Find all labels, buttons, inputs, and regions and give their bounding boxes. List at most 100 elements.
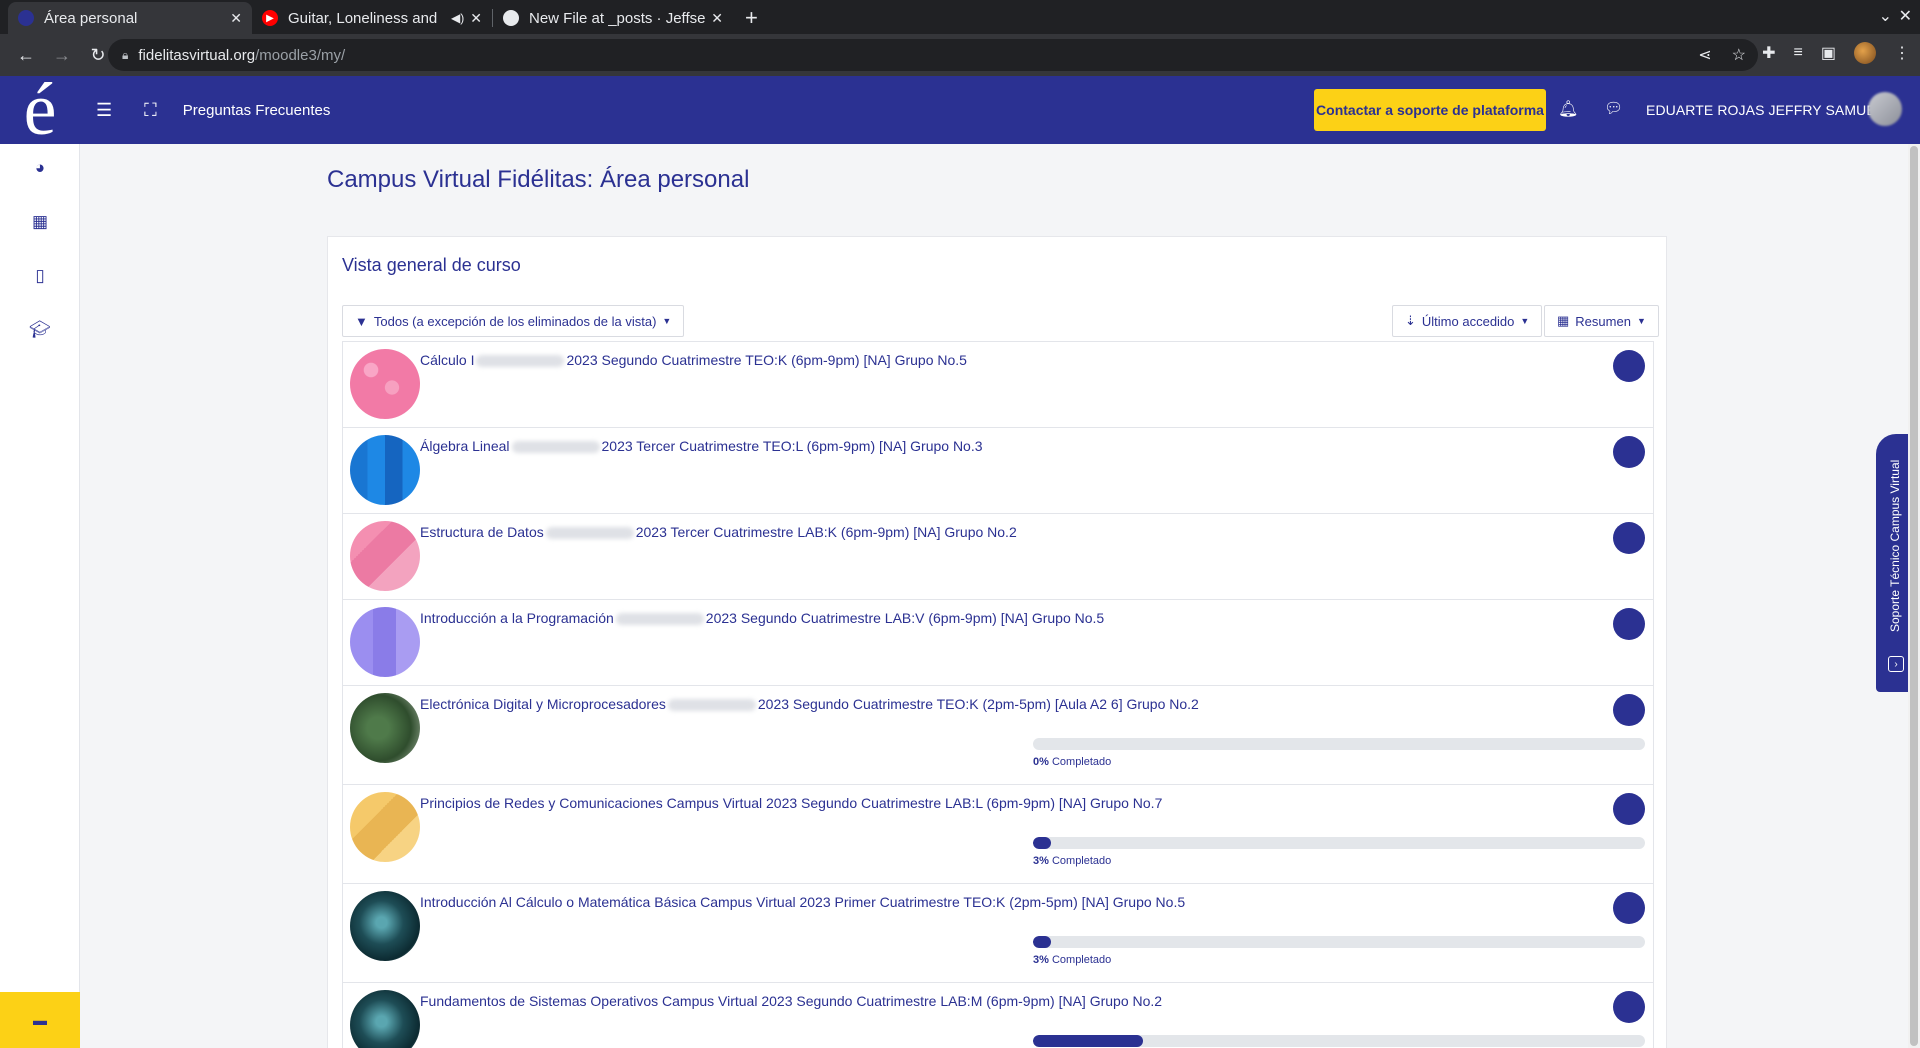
course-thumbnail[interactable]: [350, 607, 420, 677]
course-actions-button[interactable]: [1613, 436, 1645, 468]
new-tab-button[interactable]: +: [733, 2, 770, 34]
archive-button[interactable]: ▬: [0, 992, 80, 1048]
caret-down-icon: ▼: [662, 316, 672, 326]
course-progress-bar: [1033, 1035, 1645, 1047]
progress-fill: [1033, 837, 1052, 849]
fullscreen-icon[interactable]: ⛶: [144, 100, 157, 121]
dashboard-icon[interactable]: ◕: [0, 158, 80, 178]
progress-fill: [1033, 936, 1052, 948]
user-avatar[interactable]: [1868, 92, 1902, 126]
course-item: Principios de Redes y Comunicaciones Cam…: [342, 784, 1654, 883]
course-link[interactable]: Álgebra Lineal 2023 Tercer Cuatrimestre T…: [420, 438, 983, 454]
close-tab-icon[interactable]: ✕: [470, 10, 482, 27]
course-thumbnail[interactable]: [350, 891, 420, 961]
course-item: Electrónica Digital y Microprocesadores 2…: [342, 685, 1654, 784]
close-tab-icon[interactable]: ✕: [711, 10, 723, 27]
youtube-icon: ▶: [262, 10, 278, 26]
course-progress-bar: [1033, 738, 1645, 750]
course-link[interactable]: Estructura de Datos 2023 Tercer Cuatrimes…: [420, 524, 1017, 540]
course-actions-button[interactable]: [1613, 608, 1645, 640]
browser-tab-area-personal[interactable]: Área personal ✕: [8, 2, 252, 34]
course-link[interactable]: Electrónica Digital y Microprocesadores 2…: [420, 696, 1199, 712]
left-navigation: ◕ ▦ ▯ 🎓︎ ▬: [0, 144, 80, 1048]
course-link[interactable]: Cálculo I 2023 Segundo Cuatrimestre TEO:K…: [420, 352, 967, 368]
user-name[interactable]: EDUARTE ROJAS JEFFRY SAMUEL: [1646, 102, 1884, 118]
github-icon: [503, 10, 519, 26]
course-actions-button[interactable]: [1613, 522, 1645, 554]
course-thumbnail[interactable]: [350, 521, 420, 591]
browser-menu-icon[interactable]: ⋮: [1894, 43, 1910, 63]
caret-down-icon: ▼: [1636, 316, 1646, 326]
blurred-text: [615, 613, 704, 626]
audio-playing-icon[interactable]: ◀): [451, 11, 464, 25]
view-label: Resumen: [1575, 313, 1631, 329]
notification-bell-icon[interactable]: 🔔︎: [1558, 99, 1578, 119]
side-panel-icon[interactable]: ▣: [1821, 43, 1836, 63]
page-scrollbar[interactable]: [1908, 144, 1920, 1048]
page-title: Campus Virtual Fidélitas: Área personal: [327, 166, 750, 193]
course-thumbnail[interactable]: [350, 435, 420, 505]
course-actions-button[interactable]: [1613, 350, 1645, 382]
tab-title: New File at _posts · Jeffse: [529, 9, 706, 27]
course-actions-button[interactable]: [1613, 991, 1645, 1023]
browser-tab-youtube[interactable]: ▶ Guitar, Loneliness and ◀) ✕: [252, 2, 492, 34]
course-thumbnail[interactable]: [350, 990, 420, 1048]
course-link[interactable]: Introducción a la Programación 2023 Segun…: [420, 610, 1104, 626]
progress-label: 3% Completado: [1033, 855, 1112, 867]
scrollbar-thumb[interactable]: [1910, 146, 1918, 1046]
browser-toolbar: ← → ↻ 🔒︎ fidelitasvirtual.org /moodle3/m…: [0, 34, 1920, 76]
view-dropdown[interactable]: ▦ Resumen ▼: [1544, 305, 1659, 337]
course-actions-button[interactable]: [1613, 892, 1645, 924]
course-link[interactable]: Fundamentos de Sistemas Operativos Campu…: [420, 993, 1162, 1009]
course-item: Álgebra Lineal 2023 Tercer Cuatrimestre T…: [342, 427, 1654, 513]
back-arrow-icon[interactable]: ←: [10, 45, 42, 66]
course-actions-button[interactable]: [1613, 793, 1645, 825]
course-item: Fundamentos de Sistemas Operativos Campu…: [342, 982, 1654, 1048]
site-header: é ☰ ⛶ Preguntas Frecuentes Contactar a s…: [0, 73, 1920, 147]
filter-label: Todos (a excepción de los eliminados de …: [373, 313, 657, 329]
site-logo[interactable]: é: [0, 73, 80, 147]
tab-search-chevron-icon[interactable]: ⌄: [1879, 6, 1892, 26]
forward-arrow-icon[interactable]: →: [46, 45, 78, 66]
profile-avatar-icon[interactable]: [1854, 42, 1876, 64]
extensions-puzzle-icon[interactable]: ✚: [1762, 43, 1775, 63]
faq-link[interactable]: Preguntas Frecuentes: [183, 102, 331, 119]
close-tab-icon[interactable]: ✕: [230, 10, 242, 27]
calendar-icon[interactable]: ▦: [0, 212, 80, 232]
hamburger-menu-icon[interactable]: ☰: [96, 100, 112, 121]
course-actions-button[interactable]: [1613, 694, 1645, 726]
lock-icon[interactable]: 🔒︎: [122, 48, 128, 63]
course-thumbnail[interactable]: [350, 693, 420, 763]
course-item: Estructura de Datos 2023 Tercer Cuatrimes…: [342, 513, 1654, 599]
graduation-cap-icon[interactable]: 🎓︎: [0, 320, 80, 340]
url-host: fidelitasvirtual.org: [138, 46, 256, 64]
file-icon[interactable]: ▯: [0, 266, 80, 286]
tab-title: Guitar, Loneliness and: [288, 9, 438, 27]
filter-funnel-icon: ▼: [355, 313, 368, 329]
support-side-tab-label: Soporte Técnico Campus Virtual: [1888, 459, 1902, 632]
filter-dropdown[interactable]: ▼ Todos (a excepción de los eliminados d…: [342, 305, 685, 337]
course-thumbnail[interactable]: [350, 349, 420, 419]
blurred-text: [667, 699, 756, 712]
sort-dropdown[interactable]: ⇣ Último accedido ▼: [1392, 305, 1543, 337]
bookmark-star-icon[interactable]: ☆: [1732, 45, 1746, 65]
messages-chat-icon[interactable]: 💬︎: [1604, 99, 1623, 117]
media-control-icon[interactable]: ≡: [1794, 44, 1803, 62]
blurred-text: [545, 527, 634, 540]
browser-tab-github[interactable]: New File at _posts · Jeffse ✕: [493, 2, 733, 34]
browser-tab-bar: Área personal ✕ ▶ Guitar, Loneliness and…: [0, 0, 1920, 34]
support-button[interactable]: Contactar a soporte de plataforma: [1314, 89, 1546, 131]
course-link[interactable]: Principios de Redes y Comunicaciones Cam…: [420, 795, 1162, 811]
course-item: Cálculo I 2023 Segundo Cuatrimestre TEO:K…: [342, 341, 1654, 427]
blurred-text: [476, 355, 565, 368]
share-icon[interactable]: ⋖: [1698, 45, 1711, 65]
course-thumbnail[interactable]: [350, 792, 420, 862]
moodle-favicon-icon: [18, 10, 34, 26]
grid-icon: ▦: [1557, 313, 1570, 328]
address-bar[interactable]: 🔒︎ fidelitasvirtual.org /moodle3/my/ ⋖ ☆: [108, 39, 1758, 71]
course-item: Introducción a la Programación 2023 Segun…: [342, 599, 1654, 685]
url-path: /moodle3/my/: [255, 46, 346, 64]
course-link[interactable]: Introducción Al Cálculo o Matemática Bás…: [420, 894, 1185, 910]
expand-panel-icon[interactable]: ›: [1888, 656, 1904, 672]
window-close-icon[interactable]: ✕: [1899, 6, 1912, 26]
